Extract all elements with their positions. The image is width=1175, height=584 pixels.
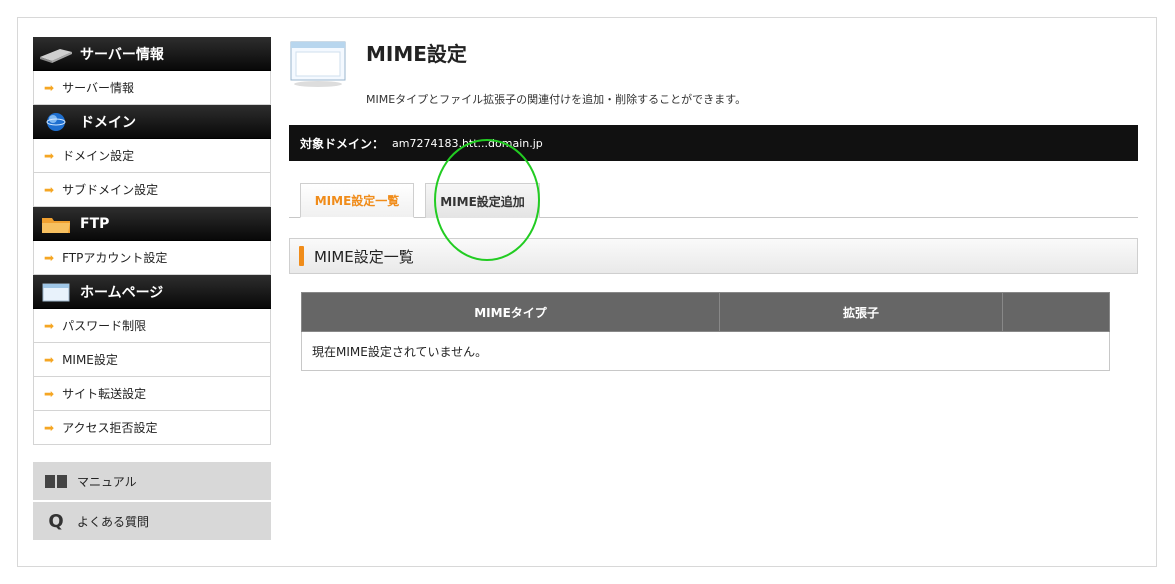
sidebar-item-label: サーバー情報: [62, 81, 134, 95]
window-icon: [290, 41, 346, 87]
tab-mime-list[interactable]: MIME設定一覧: [300, 183, 414, 218]
sidebar-item-ftp-account[interactable]: ➡ FTPアカウント設定: [33, 241, 271, 275]
table-header-row: MIMEタイプ 拡張子: [301, 292, 1110, 332]
sidebar-item-password-restriction[interactable]: ➡ パスワード制限: [33, 309, 271, 343]
column-header-actions: [1002, 292, 1110, 332]
sidebar-section-homepage: ホームページ: [33, 275, 271, 309]
sidebar-section-domain: ドメイン: [33, 105, 271, 139]
arrow-right-icon: ➡: [44, 352, 55, 367]
globe-icon: [38, 111, 74, 133]
sidebar: サーバー情報 ➡ サーバー情報 ドメイン ➡ ドメイン設定 ➡ サブドメイン設定 FT…: [33, 37, 271, 542]
arrow-right-icon: ➡: [44, 420, 55, 435]
target-domain-label: 対象ドメイン：: [300, 136, 385, 151]
page-description: MIMEタイプとファイル拡張子の関連付けを追加・削除することができます。: [366, 93, 747, 106]
folder-icon: [38, 213, 74, 235]
sidebar-item-label: サブドメイン設定: [62, 183, 159, 197]
sidebar-item-subdomain-settings[interactable]: ➡ サブドメイン設定: [33, 173, 271, 207]
sidebar-item-access-deny[interactable]: ➡ アクセス拒否設定: [33, 411, 271, 445]
section-heading: MIME設定一覧: [289, 238, 1138, 274]
sidebar-sub-links: マニュアル Q よくある質問: [33, 462, 271, 542]
section-heading-label: MIME設定一覧: [314, 247, 414, 266]
target-domain-value: am7274183.htt...domain.jp: [392, 136, 543, 150]
tab-mime-add[interactable]: MIME設定追加: [425, 183, 540, 218]
sidebar-item-label: ドメイン設定: [62, 149, 135, 163]
arrow-right-icon: ➡: [44, 182, 55, 197]
sidebar-section-server-info: サーバー情報: [33, 37, 271, 71]
faq-link-label: よくある質問: [77, 514, 150, 529]
column-header-mime-type: MIMEタイプ: [301, 292, 720, 332]
faq-link[interactable]: Q よくある質問: [33, 502, 271, 542]
sidebar-section-title: ドメイン: [80, 114, 136, 131]
sidebar-item-mime-settings[interactable]: ➡ MIME設定: [33, 343, 271, 377]
manual-link[interactable]: マニュアル: [33, 462, 271, 502]
tab-bar: MIME設定一覧 MIME設定追加: [289, 180, 1138, 218]
sidebar-section-title: FTP: [80, 215, 110, 232]
arrow-right-icon: ➡: [44, 386, 55, 401]
sidebar-section-title: サーバー情報: [80, 46, 164, 63]
sidebar-item-label: サイト転送設定: [62, 387, 147, 401]
arrow-right-icon: ➡: [44, 250, 55, 265]
mime-table: MIMEタイプ 拡張子 現在MIME設定されていません。: [301, 292, 1110, 371]
sidebar-item-site-redirect[interactable]: ➡ サイト転送設定: [33, 377, 271, 411]
column-header-extension: 拡張子: [719, 292, 1003, 332]
server-icon: [38, 43, 74, 65]
sidebar-section-title: ホームページ: [80, 284, 164, 301]
sidebar-item-server-info[interactable]: ➡ サーバー情報: [33, 71, 271, 105]
sidebar-item-label: MIME設定: [62, 353, 118, 367]
faq-q-icon: Q: [48, 510, 64, 532]
sidebar-item-label: FTPアカウント設定: [62, 251, 168, 265]
arrow-right-icon: ➡: [44, 148, 55, 163]
section-accent-bar: [299, 246, 304, 266]
arrow-right-icon: ➡: [44, 318, 55, 333]
table-row: 現在MIME設定されていません。: [301, 331, 1110, 371]
empty-message: 現在MIME設定されていません。: [301, 331, 1110, 371]
target-domain-bar: 対象ドメイン： am7274183.htt...domain.jp: [289, 125, 1138, 161]
window-icon: [38, 281, 74, 303]
sidebar-item-label: パスワード制限: [62, 319, 147, 333]
manual-link-label: マニュアル: [77, 474, 137, 489]
sidebar-item-label: アクセス拒否設定: [62, 421, 158, 435]
book-icon: [43, 473, 69, 489]
sidebar-section-ftp: FTP: [33, 207, 271, 241]
sidebar-item-domain-settings[interactable]: ➡ ドメイン設定: [33, 139, 271, 173]
page-title: MIME設定: [366, 42, 467, 66]
arrow-right-icon: ➡: [44, 80, 55, 95]
